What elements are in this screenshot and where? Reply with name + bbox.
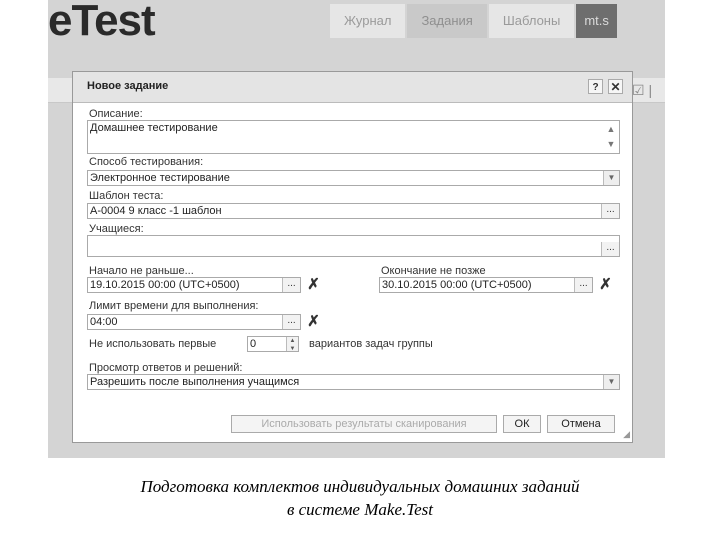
description-field[interactable]: Домашнее тестирование ▲ ▼ bbox=[87, 120, 620, 154]
chevron-down-icon[interactable]: ▼ bbox=[603, 375, 619, 389]
spinner-arrows-icon[interactable]: ▲ ▼ bbox=[286, 337, 298, 351]
tab-user[interactable]: mt.s bbox=[576, 4, 617, 38]
end-field[interactable]: 30.10.2015 00:00 (UTC+0500) ... bbox=[379, 277, 593, 293]
clear-time-limit-icon[interactable]: ✗ bbox=[305, 314, 322, 330]
variants-stepper[interactable]: 0 ▲ ▼ bbox=[247, 336, 299, 352]
top-navigation: Журнал Задания Шаблоны mt.s bbox=[330, 4, 617, 38]
end-label: Окончание не позже bbox=[381, 265, 486, 277]
start-value: 19.10.2015 00:00 (UTC+0500) bbox=[90, 279, 240, 291]
review-select[interactable]: Разрешить после выполнения учащимся ▼ bbox=[87, 374, 620, 390]
use-scan-results-button[interactable]: Использовать результаты сканирования bbox=[231, 415, 497, 433]
method-label: Способ тестирования: bbox=[89, 156, 204, 168]
start-label: Начало не раньше... bbox=[89, 265, 194, 277]
review-value: Разрешить после выполнения учащимся bbox=[90, 376, 300, 388]
variants-label-after: вариантов задач группы bbox=[309, 338, 433, 350]
resize-handle-icon[interactable]: ◢ bbox=[623, 429, 630, 440]
checkbox-icon: ☑ | bbox=[632, 82, 653, 98]
clear-end-icon[interactable]: ✗ bbox=[597, 277, 614, 293]
time-limit-value: 04:00 bbox=[90, 316, 118, 328]
template-field[interactable]: А-0004 9 класс -1 шаблон ... bbox=[87, 203, 620, 219]
variants-label-before: Не использовать первые bbox=[89, 338, 217, 350]
method-value: Электронное тестирование bbox=[90, 172, 230, 184]
end-picker-button[interactable]: ... bbox=[574, 278, 592, 292]
description-label: Описание: bbox=[89, 108, 143, 120]
tab-templates[interactable]: Шаблоны bbox=[488, 4, 575, 38]
students-label: Учащиеся: bbox=[89, 223, 144, 235]
browse-students-button[interactable]: ... bbox=[601, 242, 619, 256]
variants-value: 0 bbox=[250, 338, 257, 350]
new-task-dialog: Новое задание ? ✕ Описание: Домашнее тес… bbox=[72, 71, 633, 443]
end-value: 30.10.2015 00:00 (UTC+0500) bbox=[382, 279, 532, 291]
review-label: Просмотр ответов и решений: bbox=[89, 362, 243, 374]
dialog-header: Новое задание ? ✕ bbox=[73, 72, 632, 103]
close-button[interactable]: ✕ bbox=[608, 79, 623, 94]
app-logo: eTest bbox=[48, 0, 156, 45]
students-field[interactable]: ... bbox=[87, 235, 620, 257]
template-label: Шаблон теста: bbox=[89, 190, 164, 202]
clear-start-icon[interactable]: ✗ bbox=[305, 277, 322, 293]
time-limit-field[interactable]: 04:00 ... bbox=[87, 314, 301, 330]
start-picker-button[interactable]: ... bbox=[282, 278, 300, 292]
tab-journal[interactable]: Журнал bbox=[330, 4, 406, 38]
dialog-title: Новое задание bbox=[87, 80, 169, 92]
template-value: А-0004 9 класс -1 шаблон bbox=[90, 205, 222, 217]
time-limit-label: Лимит времени для выполнения: bbox=[89, 300, 259, 312]
start-field[interactable]: 19.10.2015 00:00 (UTC+0500) ... bbox=[87, 277, 301, 293]
caption-line-1: Подготовка комплектов индивидуальных дом… bbox=[140, 477, 580, 496]
time-limit-picker-button[interactable]: ... bbox=[282, 315, 300, 329]
browse-template-button[interactable]: ... bbox=[601, 204, 619, 218]
help-button[interactable]: ? bbox=[588, 79, 603, 94]
scroll-arrows-icon[interactable]: ▲ ▼ bbox=[604, 122, 618, 153]
ok-button[interactable]: ОК bbox=[503, 415, 541, 433]
cancel-button[interactable]: Отмена bbox=[547, 415, 615, 433]
description-value: Домашнее тестирование bbox=[90, 122, 218, 134]
tab-tasks[interactable]: Задания bbox=[407, 4, 487, 38]
method-select[interactable]: Электронное тестирование ▼ bbox=[87, 170, 620, 186]
chevron-down-icon[interactable]: ▼ bbox=[603, 171, 619, 185]
caption-line-2: в системе Make.Test bbox=[286, 500, 434, 519]
